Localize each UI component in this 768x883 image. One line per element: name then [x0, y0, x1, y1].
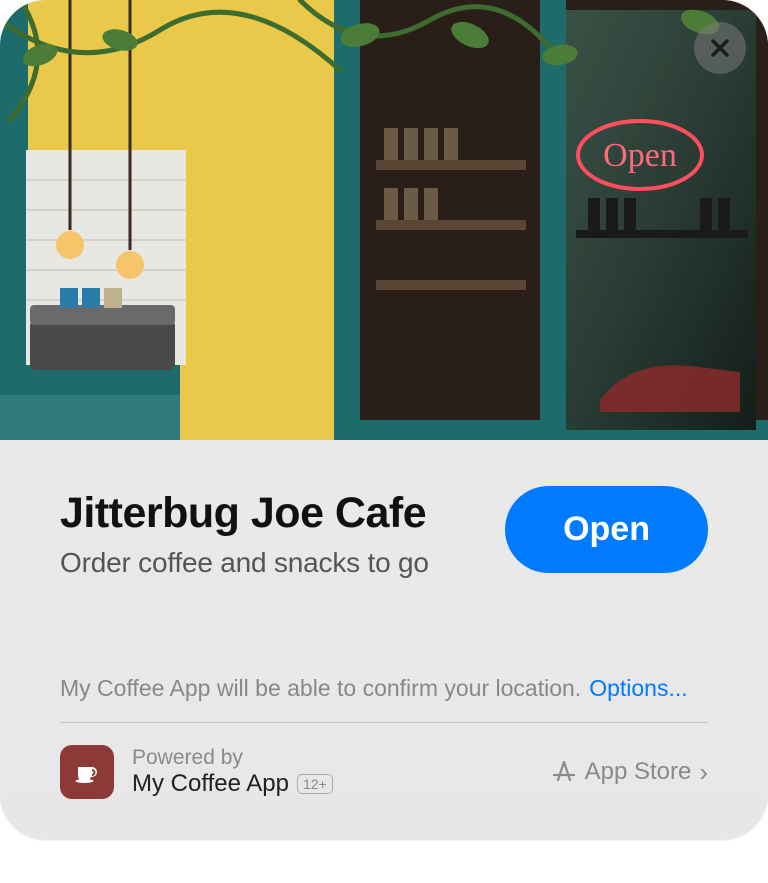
content-area: Jitterbug Joe Cafe Order coffee and snac… — [0, 440, 768, 799]
hero-image: Open — [0, 0, 768, 440]
clip-title: Jitterbug Joe Cafe — [60, 490, 429, 537]
close-button[interactable] — [694, 22, 746, 74]
app-store-icon — [551, 759, 577, 785]
app-name: My Coffee App — [132, 770, 289, 798]
headline-text: Jitterbug Joe Cafe Order coffee and snac… — [60, 490, 429, 579]
storefront-illustration: Open — [0, 0, 768, 440]
permission-notice: My Coffee App will be able to confirm yo… — [60, 675, 708, 702]
permission-text: My Coffee App will be able to confirm yo… — [60, 675, 581, 702]
powered-by: Powered by My Coffee App 12+ — [60, 745, 333, 799]
powered-text: Powered by My Coffee App 12+ — [132, 746, 333, 798]
close-icon — [708, 36, 732, 60]
app-store-link[interactable]: App Store › — [551, 757, 708, 788]
options-link[interactable]: Options... — [589, 675, 687, 702]
neon-open-sign: Open — [603, 137, 677, 174]
footer-row: Powered by My Coffee App 12+ App Store — [60, 723, 708, 799]
app-icon — [60, 745, 114, 799]
clip-subtitle: Order coffee and snacks to go — [60, 547, 429, 579]
chevron-right-icon: › — [699, 757, 708, 788]
open-button[interactable]: Open — [505, 486, 708, 573]
app-clip-card: Open — [0, 0, 768, 840]
coffee-cup-icon — [72, 757, 102, 787]
headline-row: Jitterbug Joe Cafe Order coffee and snac… — [60, 490, 708, 579]
age-rating-badge: 12+ — [297, 774, 333, 794]
app-store-label: App Store — [585, 758, 692, 786]
app-name-row: My Coffee App 12+ — [132, 770, 333, 798]
powered-by-label: Powered by — [132, 746, 333, 770]
